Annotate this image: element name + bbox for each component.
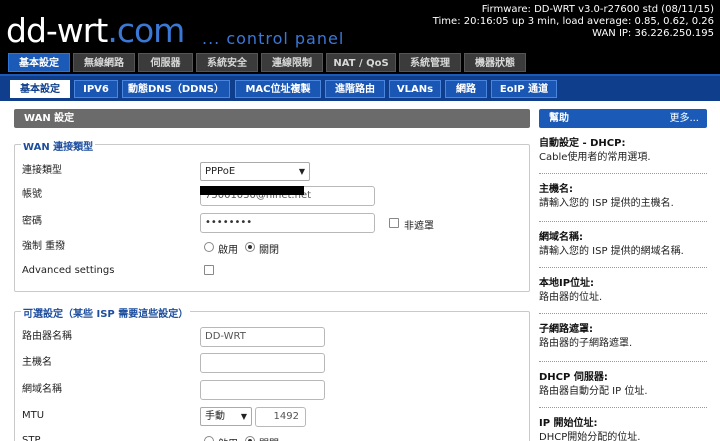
router-name-input[interactable]: DD-WRT (200, 327, 325, 347)
help-item: 網域名稱: 請輸入您的 ISP 提供的網域名稱. (539, 231, 707, 259)
tab-setup[interactable]: 基本設定 (8, 53, 70, 72)
subtab-advanced-routing[interactable]: 進階路由 (325, 80, 385, 98)
tab-administration[interactable]: 系統管理 (399, 53, 461, 72)
advanced-settings-checkbox[interactable] (204, 265, 214, 275)
mtu-label: MTU (22, 410, 45, 421)
help-item: 主機名: 請輸入您的 ISP 提供的主機名. (539, 183, 707, 211)
force-reconnect-label: 強制 重撥 (22, 241, 66, 252)
logo-com: com (116, 11, 185, 50)
help-item: 本地IP位址: 路由器的位址. (539, 277, 707, 305)
stp-disable-label: 關閉 (259, 435, 279, 441)
wan-connection-legend: WAN 連接類型 (21, 138, 96, 153)
force-reconnect-enable-label: 啟用 (218, 245, 238, 256)
help-item: IP 開始位址: DHCP開始分配的位址. (539, 417, 707, 441)
header: dd-wrt.com ... control panel Firmware: D… (0, 0, 720, 50)
help-divider (539, 267, 707, 268)
help-divider (539, 361, 707, 362)
help-more-link[interactable]: 更多... (669, 109, 699, 128)
help-item: 自動設定 - DHCP: Cable使用者的常用選項. (539, 137, 707, 165)
password-label: 密碼 (22, 216, 42, 227)
subtab-mac-clone[interactable]: MAC位址複製 (235, 80, 321, 98)
logo-main: dd-wrt (6, 11, 108, 50)
subtab-networking[interactable]: 網路 (445, 80, 487, 98)
help-divider (539, 173, 707, 174)
help-item-text: 路由器的位址. (539, 292, 603, 303)
subtab-basic-setup[interactable]: 基本設定 (10, 80, 70, 98)
force-reconnect-enable-radio[interactable] (204, 242, 214, 252)
force-reconnect-disable-radio[interactable] (245, 242, 255, 252)
hostname-label: 主機名 (22, 357, 52, 368)
help-item-title: 自動設定 - DHCP: (539, 138, 626, 149)
tab-security[interactable]: 系統安全 (196, 53, 258, 72)
domain-name-label: 網域名稱 (22, 384, 62, 395)
hostname-input[interactable] (200, 353, 325, 373)
help-item-text: 請輸入您的 ISP 提供的網域名稱. (539, 246, 684, 257)
help-item-text: DHCP開始分配的位址. (539, 432, 641, 441)
wan-connection-fieldset: WAN 連接類型 連接類型 PPPoE ▼ 帳號 75001030@hinet.… (14, 138, 530, 292)
help-item-text: 路由器的子網路遮罩. (539, 338, 633, 349)
tab-status[interactable]: 機器狀態 (464, 53, 526, 72)
optional-settings-legend: 可選設定（某些 ISP 需要這些設定） (21, 305, 191, 320)
force-reconnect-disable-label: 關閉 (259, 245, 279, 256)
chevron-down-icon: ▼ (240, 412, 247, 421)
help-divider (539, 313, 707, 314)
stp-disable-radio[interactable] (245, 436, 255, 441)
help-item-title: 本地IP位址: (539, 278, 595, 289)
stp-enable-label: 啟用 (218, 435, 238, 441)
help-header: 幫助 更多... (539, 109, 707, 128)
chevron-down-icon: ▼ (298, 167, 305, 176)
help-item-title: IP 開始位址: (539, 418, 598, 429)
sub-tabs: 基本設定 IPV6 動態DNS（DDNS） MAC位址複製 進階路由 VLANs… (0, 74, 720, 101)
subtab-ddns[interactable]: 動態DNS（DDNS） (122, 80, 230, 98)
connection-type-label: 連接類型 (22, 165, 62, 176)
logo-subtitle: ... control panel (202, 29, 345, 48)
stp-enable-radio[interactable] (204, 436, 214, 441)
help-panel: 自動設定 - DHCP: Cable使用者的常用選項. 主機名: 請輸入您的 I… (539, 131, 707, 441)
optional-settings-fieldset: 可選設定（某些 ISP 需要這些設定） 路由器名稱 DD-WRT 主機名 網域名… (14, 305, 530, 441)
help-item-title: DHCP 伺服器: (539, 372, 608, 383)
tab-access-restrictions[interactable]: 連線限制 (261, 53, 323, 72)
help-divider (539, 407, 707, 408)
password-input[interactable]: •••••••• (200, 213, 375, 233)
wan-section-title: WAN 設定 (14, 109, 530, 128)
wan-ip: WAN IP: 36.226.250.195 (592, 28, 714, 39)
unmask-label: 非遮罩 (404, 221, 434, 232)
mtu-mode-select[interactable]: 手動 ▼ (200, 407, 252, 426)
help-item: DHCP 伺服器: 路由器自動分配 IP 位址. (539, 371, 707, 399)
unmask-checkbox[interactable] (389, 218, 399, 228)
help-item-text: 請輸入您的 ISP 提供的主機名. (539, 198, 674, 209)
logo-dot: . (107, 11, 117, 50)
help-title: 幫助 (549, 113, 569, 124)
advanced-settings-row: Advanced settings (22, 261, 522, 281)
help-item-text: 路由器自動分配 IP 位址. (539, 386, 648, 397)
help-item-text: Cable使用者的常用選項. (539, 152, 651, 163)
redaction-bar (200, 186, 304, 195)
main-tabs: 基本設定 無線網路 伺服器 系統安全 連線限制 NAT / QoS 系統管理 機… (0, 50, 720, 74)
stp-label: STP (22, 435, 41, 441)
tab-nat-qos[interactable]: NAT / QoS (326, 53, 396, 72)
username-label: 帳號 (22, 189, 42, 200)
tab-wireless[interactable]: 無線網路 (73, 53, 135, 72)
subtab-vlans[interactable]: VLANs (389, 80, 441, 98)
tab-services[interactable]: 伺服器 (138, 53, 193, 72)
subtab-eoip-tunnel[interactable]: EoIP 通道 (491, 80, 557, 98)
help-item-title: 網域名稱: (539, 232, 583, 243)
router-name-label: 路由器名稱 (22, 331, 72, 342)
connection-type-value: PPPoE (205, 166, 236, 177)
advanced-settings-label: Advanced settings (22, 265, 115, 276)
connection-type-select[interactable]: PPPoE ▼ (200, 162, 310, 181)
status-info: Firmware: DD-WRT v3.0-r27600 std (08/11/… (433, 4, 714, 40)
logo[interactable]: dd-wrt.com (6, 11, 185, 50)
mtu-mode-value: 手動 (205, 411, 225, 422)
domain-name-input[interactable] (200, 380, 325, 400)
uptime: Time: 20:16:05 up 3 min, load average: 0… (432, 16, 714, 27)
firmware-version: Firmware: DD-WRT v3.0-r27600 std (08/11/… (481, 4, 714, 15)
subtab-ipv6[interactable]: IPV6 (74, 80, 118, 98)
mtu-value-input[interactable]: 1492 (255, 407, 306, 427)
help-item-title: 子網路遮罩: (539, 324, 593, 335)
help-divider (539, 221, 707, 222)
help-item-title: 主機名: (539, 184, 573, 195)
help-item: 子網路遮罩: 路由器的子網路遮罩. (539, 323, 707, 351)
